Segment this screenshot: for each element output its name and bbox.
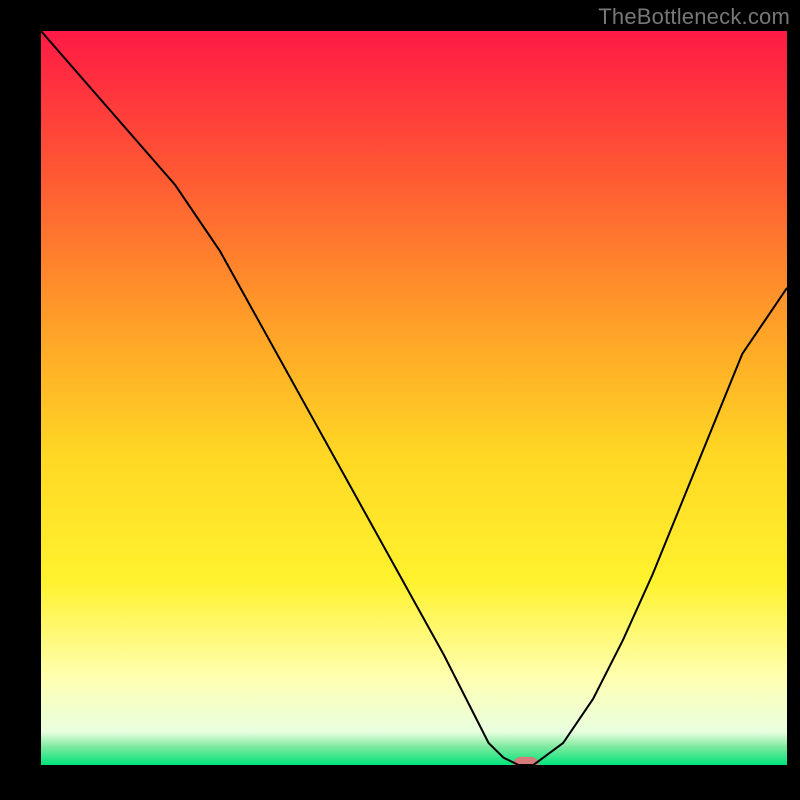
attribution-text: TheBottleneck.com (598, 4, 790, 30)
gradient-background (41, 31, 787, 765)
plot-area (41, 31, 787, 765)
chart-svg (41, 31, 787, 765)
chart-frame: TheBottleneck.com (0, 0, 800, 800)
